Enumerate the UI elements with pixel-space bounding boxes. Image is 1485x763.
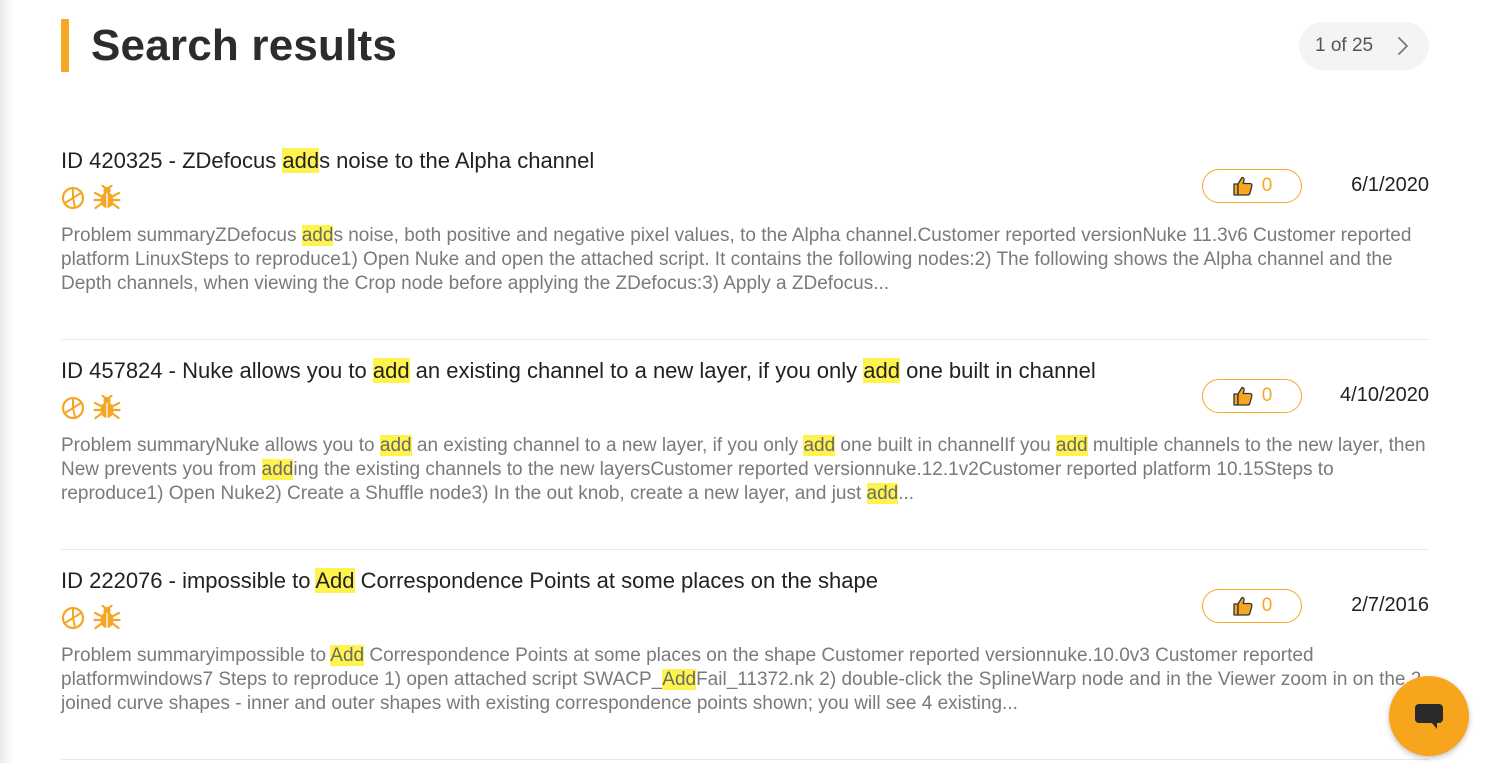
nuke-logo-icon — [61, 186, 85, 210]
search-term-highlight: Add — [662, 669, 697, 690]
thumbs-up-icon — [1233, 386, 1253, 406]
like-count: 0 — [1261, 175, 1273, 196]
result-summary: Problem summaryZDefocus adds noise, both… — [61, 224, 1429, 296]
search-term-highlight: add — [282, 148, 320, 173]
text-fragment: ID 457824 - Nuke allows you to — [61, 358, 373, 383]
like-button[interactable]: 0 — [1202, 379, 1302, 413]
text-fragment: Problem summaryNuke allows you to — [61, 435, 380, 456]
result-date: 6/1/2020 — [1351, 174, 1429, 196]
search-term-highlight: add — [261, 459, 294, 480]
result-tags — [61, 604, 121, 632]
chevron-right-icon — [1398, 37, 1408, 55]
text-fragment: s noise to the Alpha channel — [319, 148, 595, 173]
search-term-highlight: add — [372, 358, 410, 383]
nuke-logo-icon — [61, 606, 85, 630]
result-title-link[interactable]: ID 420325 - ZDefocus adds noise to the A… — [61, 146, 594, 176]
result-date: 2/7/2016 — [1351, 594, 1429, 616]
like-button[interactable]: 0 — [1202, 589, 1302, 623]
like-count: 0 — [1261, 385, 1273, 406]
search-term-highlight: Add — [330, 645, 365, 666]
thumbs-up-icon — [1233, 176, 1253, 196]
like-button[interactable]: 0 — [1202, 169, 1302, 203]
result-summary: Problem summaryimpossible to Add Corresp… — [61, 644, 1429, 716]
text-fragment: ID 222076 - impossible to — [61, 568, 316, 593]
like-count: 0 — [1261, 595, 1273, 616]
pagination-next-button[interactable]: 1 of 25 — [1299, 22, 1429, 70]
search-term-highlight: add — [863, 358, 900, 383]
search-term-highlight: add — [803, 435, 836, 456]
result-tags — [61, 184, 121, 212]
chat-icon — [1415, 704, 1443, 729]
bug-icon — [93, 395, 121, 420]
page-header: Search results 1 of 25 — [61, 18, 1429, 74]
search-term-highlight: add — [301, 225, 334, 246]
title-accent-bar — [61, 19, 69, 72]
result-item: ID 457824 - Nuke allows you to add an ex… — [61, 340, 1429, 550]
result-title-link[interactable]: ID 457824 - Nuke allows you to add an ex… — [61, 356, 1096, 386]
text-fragment: ID 420325 - ZDefocus — [61, 148, 283, 173]
chat-button[interactable] — [1389, 676, 1469, 756]
text-fragment: one built in channelIf you — [835, 435, 1056, 456]
result-title-link[interactable]: ID 222076 - impossible to Add Correspond… — [61, 566, 878, 596]
text-fragment: an existing channel to a new layer, if y… — [409, 358, 864, 383]
result-date: 4/10/2020 — [1340, 384, 1429, 406]
text-fragment: ... — [898, 483, 915, 504]
thumbs-up-icon — [1233, 596, 1253, 616]
text-fragment: Problem summaryZDefocus — [61, 225, 302, 246]
search-term-highlight: add — [866, 483, 899, 504]
pagination-label: 1 of 25 — [1315, 35, 1374, 56]
page-edge-shadow — [0, 0, 14, 763]
text-fragment: Correspondence Points at some places on … — [354, 568, 878, 593]
text-fragment: one built in channel — [900, 358, 1096, 383]
results-list: ID 420325 - ZDefocus adds noise to the A… — [61, 130, 1429, 760]
bug-icon — [93, 605, 121, 630]
text-fragment: Problem summaryimpossible to — [61, 645, 331, 666]
search-term-highlight: add — [1055, 435, 1088, 456]
search-term-highlight: add — [379, 435, 412, 456]
bug-icon — [93, 185, 121, 210]
result-summary: Problem summaryNuke allows you to add an… — [61, 434, 1429, 506]
search-term-highlight: Add — [315, 568, 355, 593]
text-fragment: an existing channel to a new layer, if y… — [411, 435, 804, 456]
result-tags — [61, 394, 121, 422]
result-item: ID 222076 - impossible to Add Correspond… — [61, 550, 1429, 760]
nuke-logo-icon — [61, 396, 85, 420]
page-title: Search results — [91, 21, 398, 70]
result-item: ID 420325 - ZDefocus adds noise to the A… — [61, 130, 1429, 340]
